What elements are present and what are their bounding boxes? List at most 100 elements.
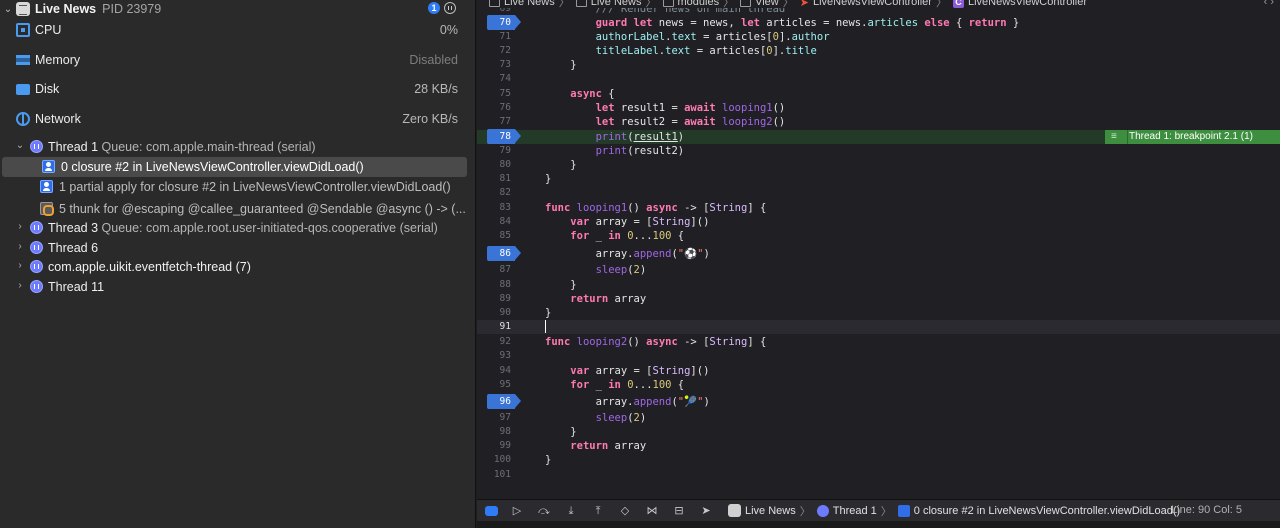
pause-icon[interactable]: [444, 2, 456, 14]
folder-icon: [740, 0, 752, 7]
code-line: 100}: [493, 454, 552, 466]
step-over-button[interactable]: ⤼: [536, 504, 552, 518]
code-line: 96 array.append("🎾"): [477, 394, 1280, 409]
text-cursor: [545, 320, 546, 333]
thread-name: Thread 11: [48, 280, 105, 294]
thread-queue: Queue: com.apple.root.user-initiated-qos…: [101, 221, 438, 235]
thread-row-3[interactable]: › Thread 3 Queue: com.apple.root.user-in…: [0, 218, 476, 238]
gauge-network[interactable]: Network Zero KB/s: [0, 109, 476, 129]
system-frame-icon: [40, 202, 54, 216]
memory-icon: [16, 55, 30, 65]
debug-bar: ▷ ⤼ ⤓ ⤒ ◇ ⋈ ⊟ ➤ Live News 〉 Thread 1 〉 0 c…: [477, 499, 1280, 521]
code-line: 81}: [499, 173, 552, 185]
thread-icon: [30, 241, 43, 254]
thread-name: Thread 3: [48, 221, 99, 235]
chevron-right-icon[interactable]: ›: [14, 221, 26, 232]
code-line: 70 guard let news = news, let articles =…: [477, 15, 1280, 30]
crumb-file[interactable]: LiveNewsViewController: [813, 0, 932, 8]
stack-frame-0[interactable]: 0 closure #2 in LiveNewsViewController.v…: [2, 157, 467, 177]
code-line: 74: [499, 73, 511, 84]
code-line: 101: [493, 469, 511, 480]
code-line: 82: [499, 187, 511, 198]
thread-icon: [30, 260, 43, 273]
frame-name: 1 partial apply for closure #2 in LiveNe…: [59, 180, 451, 194]
gauge-cpu[interactable]: CPU 0%: [0, 20, 476, 40]
thread-row-11[interactable]: › Thread 11: [0, 277, 476, 297]
frame-name: 0 closure #2 in LiveNewsViewController.v…: [61, 160, 364, 174]
crumb-symbol[interactable]: LiveNewsViewController: [968, 0, 1087, 8]
code-line: 89 return array: [499, 293, 647, 305]
process-name: Live News: [35, 2, 97, 16]
chevron-down-icon[interactable]: ⌄: [14, 140, 26, 151]
console-strip: [477, 521, 1280, 528]
thread-row-1[interactable]: ⌄ Thread 1 Queue: com.apple.main-thread …: [0, 137, 476, 157]
code-line: 99 return array: [499, 440, 647, 452]
code-line: 75 async {: [499, 88, 615, 100]
process-pid: PID 23979: [102, 2, 162, 16]
code-line: 84 var array = [String](): [499, 216, 710, 228]
source-editor[interactable]: Live News 〉 Live News 〉 modules 〉 View 〉 ➤ L…: [477, 0, 1280, 528]
thread-icon: [30, 221, 43, 234]
toggle-console-button[interactable]: [485, 505, 498, 516]
breakpoint-banner-text: Thread 1: breakpoint 2.1 (1): [1129, 131, 1253, 142]
environment-overrides-button[interactable]: ⊟: [671, 504, 687, 518]
code-area[interactable]: 69 /// Render news on main thread 70 gua…: [477, 8, 1280, 497]
disk-icon: [16, 84, 30, 95]
step-out-button[interactable]: ⤒: [590, 504, 606, 518]
stack-frame-1[interactable]: 1 partial apply for closure #2 in LiveNe…: [0, 177, 476, 197]
frame-name: 5 thunk for @escaping @callee_guaranteed…: [59, 202, 466, 216]
code-line: 93: [499, 350, 511, 361]
gauge-label: CPU: [35, 23, 62, 37]
thread-name: Thread 6: [48, 241, 99, 255]
crumb-project[interactable]: Live News: [504, 0, 555, 8]
crumb-view[interactable]: View: [755, 0, 779, 8]
code-line-cursor: 91: [477, 320, 1280, 334]
code-line: 69 /// Render news on main thread: [499, 8, 786, 15]
chevron-right-icon[interactable]: ›: [14, 280, 26, 291]
thread-name: com.apple.uikit.eventfetch-thread (7): [48, 260, 251, 274]
list-icon: ≡: [1111, 131, 1117, 142]
stack-frame-5[interactable]: 5 thunk for @escaping @callee_guaranteed…: [0, 199, 476, 219]
debug-navigator: ⌄ Live News PID 23979 1 CPU 0% Memory Di…: [0, 0, 476, 528]
gauge-memory[interactable]: Memory Disabled: [0, 50, 476, 70]
thread-name: Thread 1: [48, 140, 99, 154]
issue-badge[interactable]: 1: [428, 2, 440, 14]
code-line: 85 for _ in 0...100 {: [499, 230, 685, 242]
thread-icon: [816, 504, 829, 517]
process-row[interactable]: ⌄ Live News PID 23979 1: [0, 0, 476, 18]
debug-crumb-frame[interactable]: 0 closure #2 in LiveNewsViewController.v…: [914, 505, 1180, 517]
breakpoint-banner[interactable]: ≡ Thread 1: breakpoint 2.1 (1): [1105, 130, 1280, 144]
cpu-icon: [16, 23, 30, 37]
code-line: 71 authorLabel.text = articles[0].author: [499, 31, 830, 43]
code-line: 79 print(result2): [499, 145, 685, 157]
folder-icon: [662, 0, 674, 7]
code-line-current-pc: 78 print(result1) ≡ Thread 1: breakpoint …: [477, 129, 1280, 144]
thread-icon: [30, 280, 43, 293]
user-frame-icon: [40, 180, 53, 193]
gauge-disk[interactable]: Disk 28 KB/s: [0, 79, 476, 99]
line-col-indicator: Line: 90 Col: 5: [1171, 504, 1242, 516]
memory-graph-button[interactable]: ⋈: [644, 504, 660, 518]
folder-icon: [575, 0, 587, 7]
app-icon: [728, 504, 741, 517]
view-hierarchy-button[interactable]: ◇: [617, 504, 633, 518]
crumb-group[interactable]: Live News: [591, 0, 642, 8]
code-line: 87 sleep(2): [499, 264, 647, 276]
breakpoints-toggle-button[interactable]: ▷: [509, 504, 525, 518]
step-into-button[interactable]: ⤓: [563, 504, 579, 518]
simulate-location-button[interactable]: ➤: [698, 504, 714, 518]
thread-row-eventfetch[interactable]: › com.apple.uikit.eventfetch-thread (7): [0, 257, 476, 277]
chevron-down-icon[interactable]: ⌄: [0, 4, 16, 15]
crumb-modules[interactable]: modules: [678, 0, 720, 8]
chevron-right-icon[interactable]: ›: [14, 260, 26, 271]
thread-icon: [30, 140, 43, 153]
chevron-right-icon[interactable]: ›: [14, 241, 26, 252]
code-line: 83 func looping1() async -> [String] {: [499, 202, 767, 214]
project-icon: [489, 0, 500, 7]
thread-row-6[interactable]: › Thread 6: [0, 238, 476, 258]
debug-crumb-process[interactable]: Live News: [745, 505, 796, 517]
debug-crumb-thread[interactable]: Thread 1: [833, 505, 877, 517]
code-line: 94 var array = [String](): [499, 365, 710, 377]
thread-queue: Queue: com.apple.main-thread (serial): [101, 140, 316, 154]
nav-arrows-icon[interactable]: ‹ ›: [1264, 0, 1274, 8]
